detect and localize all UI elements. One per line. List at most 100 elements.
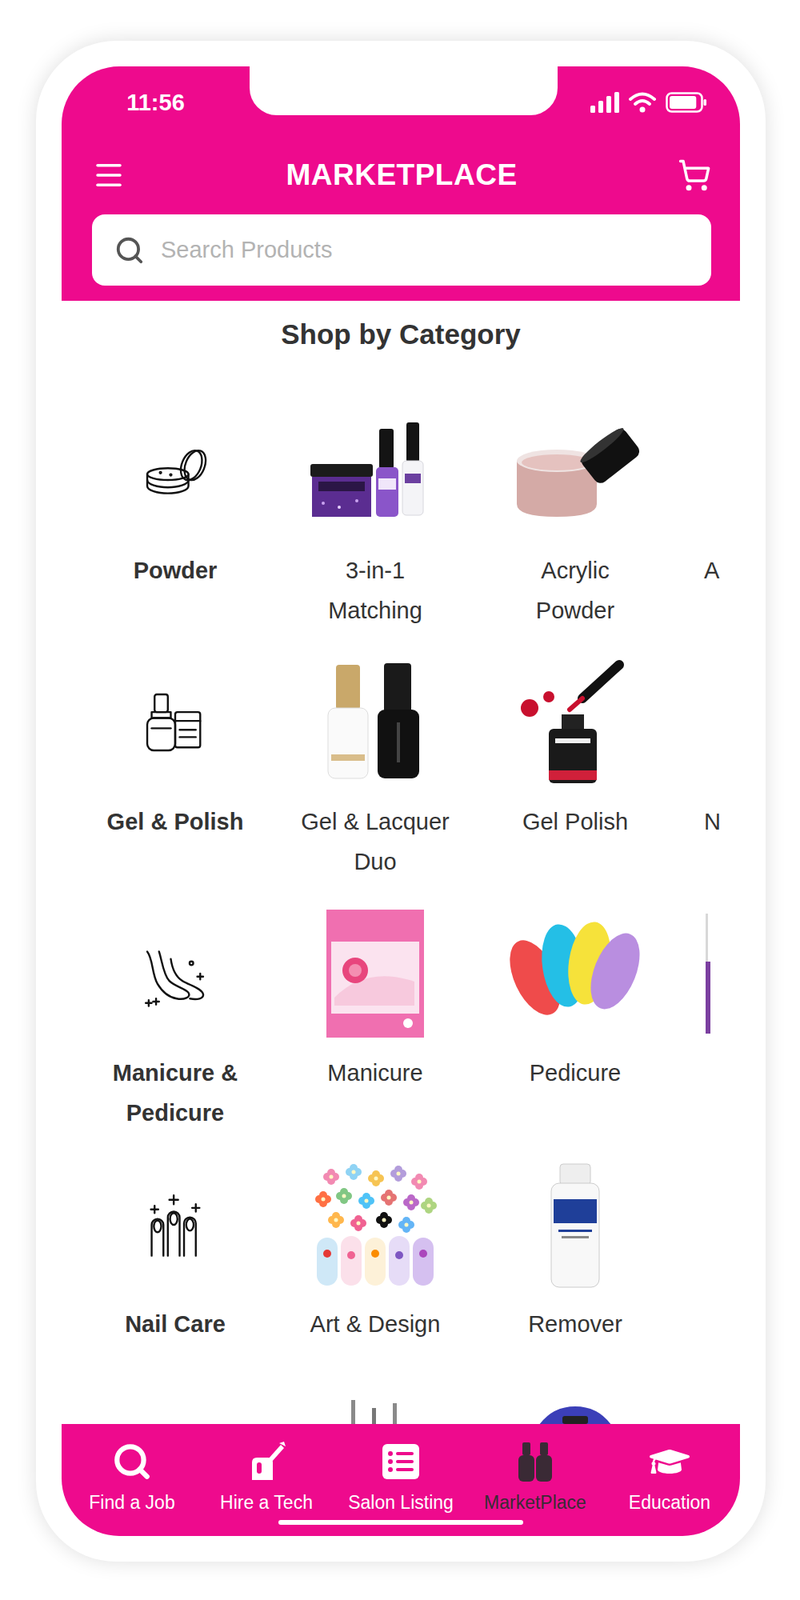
menu-icon [92,158,126,192]
nav-item[interactable]: Salon Listing [333,1424,468,1536]
acrylic-jar-picture [503,411,648,532]
category-label: Gel & Lacquer [300,804,449,839]
nail-lamp-picture [511,1400,640,1424]
category-image [475,897,676,1050]
hand-mask-picture [323,909,428,1038]
category-label: N [704,804,721,839]
category-label: 3-in-1 [345,553,405,588]
category-row: Powder 3-in-1 Matching Acrylic Powder A [61,376,740,628]
phone-screen: 11:56 MARKETPLACE Shop by Category Powder 3-… [61,66,740,1536]
nav-label: Education [628,1491,711,1514]
category-item[interactable]: Gel Polish [475,627,676,879]
category-label: Acrylic [540,553,609,588]
nav-label: Salon Listing [348,1491,454,1514]
category-item[interactable] [75,1380,276,1424]
category-row [61,1380,740,1424]
product-picture [704,913,712,1034]
category-image [475,646,676,799]
powder-icon [138,434,212,508]
gel-polish-icon [138,685,212,760]
nav-label: MarketPlace [484,1491,587,1514]
section-title: Shop by Category [61,300,740,376]
category-label: Powder [133,553,218,588]
category-image [475,1400,676,1424]
category-label: Duo [353,844,396,879]
nav-item[interactable]: Education [602,1424,737,1536]
category-item[interactable]: Manicure & Pedicure [75,878,276,1130]
category-image [475,1148,676,1301]
category-image [475,395,676,548]
wifi-icon [628,92,656,113]
category-item[interactable]: Remover [475,1129,676,1381]
cart-button[interactable] [677,158,712,192]
category-image [275,1148,476,1301]
category-image [275,1400,476,1424]
category-item[interactable]: Gel & Lacquer Duo [275,627,476,879]
category-image [275,646,476,799]
category-label: Nail Care [124,1307,226,1341]
category-row: Gel & Polish Gel & Lacquer Duo Gel Polish N [61,627,740,879]
category-item[interactable]: N [675,627,740,879]
category-label: Pedicure [529,1056,621,1090]
category-image [75,1148,276,1301]
nail-care-icon [138,1188,212,1262]
category-item[interactable] [675,878,740,1130]
category-item[interactable]: Powder [75,376,276,628]
category-item[interactable]: Acrylic Powder [475,376,676,628]
nail-polish-icon [517,1440,553,1483]
nav-icon-box [112,1440,152,1484]
category-item[interactable]: Art & Design [275,1129,476,1381]
category-label: Remover [528,1307,623,1341]
hire-tech-icon [247,1441,286,1482]
nav-item[interactable]: Find a Job [64,1424,200,1536]
category-label: Manicure [327,1056,423,1090]
category-label: Matching [328,593,423,628]
art-design-picture [307,1160,444,1289]
category-item[interactable]: Gel & Polish [75,627,276,879]
category-image [704,897,740,1050]
category-item[interactable] [475,1380,676,1424]
category-image [275,897,476,1050]
category-row: Manicure & Pedicure Manicure Pedicure [61,878,740,1130]
search-input[interactable] [159,236,689,264]
salon-list-icon [381,1443,420,1480]
nav-label: Find a Job [88,1491,175,1514]
phone-frame: 11:56 MARKETPLACE Shop by Category Powder 3-… [36,40,766,1562]
gel-polish-picture [515,658,636,787]
category-image [75,646,276,799]
notch [249,66,558,116]
category-item[interactable]: Manicure [275,878,476,1130]
nav-item[interactable]: Hire a Tech [199,1424,334,1536]
category-item[interactable]: Nail Care [75,1129,276,1381]
search-bar [61,209,740,301]
remover-bottle-picture [515,1160,636,1289]
category-item[interactable]: 3-in-1 Matching [275,376,476,628]
header-bar: MARKETPLACE [61,140,740,210]
category-item[interactable]: A [675,376,740,628]
nail-drill-picture [319,1400,432,1424]
category-label: Powder [536,593,615,628]
nav-item[interactable]: MarketPlace [468,1424,603,1536]
category-label: Pedicure [126,1096,225,1130]
nav-icon-box [381,1440,420,1484]
graduation-cap-icon [649,1441,690,1482]
flip-flops-picture [503,913,648,1034]
category-label: Gel Polish [522,804,628,839]
page-title: MARKETPLACE [285,158,517,192]
category-label: A [704,553,720,588]
signal-icon [590,92,620,113]
matching-set-picture [303,411,448,532]
category-item[interactable]: Pedicure [475,878,676,1130]
category-label: Manicure & [112,1056,238,1090]
time-area: 11:56 [61,66,250,117]
category-item[interactable] [275,1380,476,1424]
category-label: Gel & Polish [107,804,244,839]
category-image [75,395,276,548]
category-image [75,1400,276,1424]
nav-icon-box [517,1440,553,1484]
menu-button[interactable] [92,158,126,192]
nav-icon-box [649,1440,690,1484]
page: 11:56 MARKETPLACE Shop by Category Powder 3-… [0,0,800,1594]
